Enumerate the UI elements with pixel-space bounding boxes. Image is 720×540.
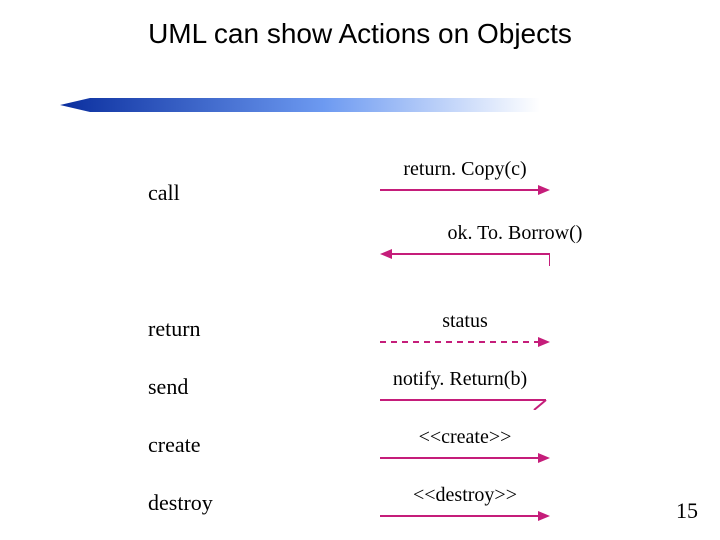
arrow-label-returncopy: return. Copy(c) xyxy=(380,158,550,181)
arrow-send-icon xyxy=(380,392,550,410)
arrow-call-icon xyxy=(380,182,550,198)
arrow-label-status: status xyxy=(380,310,550,333)
arrow-return-icon xyxy=(380,334,550,350)
arrow-destroy-icon xyxy=(380,508,550,524)
arrow-oktoborrow-icon xyxy=(380,246,550,268)
page-title: UML can show Actions on Objects xyxy=(0,18,720,50)
label-create: create xyxy=(148,432,201,458)
arrow-label-destroy: <<destroy>> xyxy=(380,484,550,507)
arrow-label-create: <<create>> xyxy=(380,426,550,449)
arrow-create-icon xyxy=(380,450,550,466)
arrow-label-notifyreturn: notify. Return(b) xyxy=(370,368,550,391)
arrow-label-oktoborrow: ok. To. Borrow() xyxy=(430,222,600,245)
label-send: send xyxy=(148,374,188,400)
divider-bar xyxy=(60,98,540,112)
label-destroy: destroy xyxy=(148,490,213,516)
label-call: call xyxy=(148,180,180,206)
label-return: return xyxy=(148,316,201,342)
page-number: 15 xyxy=(676,498,698,524)
